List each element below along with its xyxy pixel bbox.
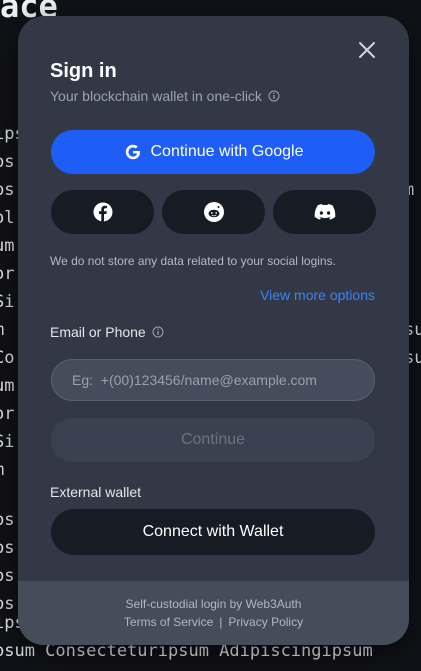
privacy-policy-link[interactable]: Privacy Policy (228, 615, 303, 629)
bg-line: or (0, 404, 15, 424)
bg-line: ps (0, 180, 15, 200)
bg-line: ol (0, 208, 15, 228)
subtitle-text: Your blockchain wallet in one-click (50, 88, 262, 104)
footer-credit: Self-custodial login by Web3Auth (125, 597, 302, 611)
social-login-row (51, 190, 376, 234)
discord-login-button[interactable] (273, 190, 376, 234)
bg-line: ps (0, 566, 15, 586)
bg-line: or (0, 264, 15, 284)
email-phone-label: Email or Phone (50, 324, 164, 340)
bg-line: um (0, 236, 15, 256)
continue-with-google-button[interactable]: Continue with Google (51, 130, 375, 174)
close-icon[interactable] (357, 40, 377, 60)
google-button-label: Continue with Google (150, 143, 304, 160)
terms-of-service-link[interactable]: Terms of Service (124, 615, 213, 629)
bg-line: ps (0, 510, 15, 530)
facebook-icon (93, 202, 112, 222)
email-phone-input[interactable] (51, 359, 375, 401)
info-icon[interactable] (152, 326, 164, 338)
reddit-login-button[interactable] (162, 190, 265, 234)
bg-line: psum Consecteturipsum Adipiscingipsum (0, 641, 373, 661)
modal-subtitle: Your blockchain wallet in one-click (50, 88, 280, 104)
continue-button[interactable]: Continue (51, 418, 375, 462)
bg-line: Si (0, 432, 15, 452)
footer-separator: | (219, 615, 223, 629)
bg-line: ps (0, 538, 15, 558)
external-wallet-label: External wallet (50, 484, 142, 500)
connect-wallet-button[interactable]: Connect with Wallet (51, 509, 375, 555)
info-icon[interactable] (268, 90, 280, 102)
sign-in-modal: Sign in Your blockchain wallet in one-cl… (18, 16, 409, 645)
email-label-text: Email or Phone (50, 324, 146, 340)
facebook-login-button[interactable] (51, 190, 154, 234)
modal-footer: Self-custodial login by Web3Auth Terms o… (18, 581, 409, 645)
bg-line: Si (0, 292, 15, 312)
bg-line: um (0, 376, 15, 396)
footer-links: Terms of Service | Privacy Policy (124, 615, 303, 629)
bg-line: Co (0, 348, 15, 368)
bg-line: ps (0, 594, 15, 614)
bg-line: m (0, 322, 4, 339)
view-more-options-link[interactable]: View more options (260, 287, 375, 303)
google-icon (125, 144, 140, 160)
bg-line: ps (0, 152, 15, 172)
reddit-icon (203, 202, 224, 222)
modal-title: Sign in (50, 60, 117, 82)
bg-line: m (0, 462, 4, 479)
discord-icon (314, 204, 335, 220)
privacy-note: We do not store any data related to your… (50, 254, 336, 268)
